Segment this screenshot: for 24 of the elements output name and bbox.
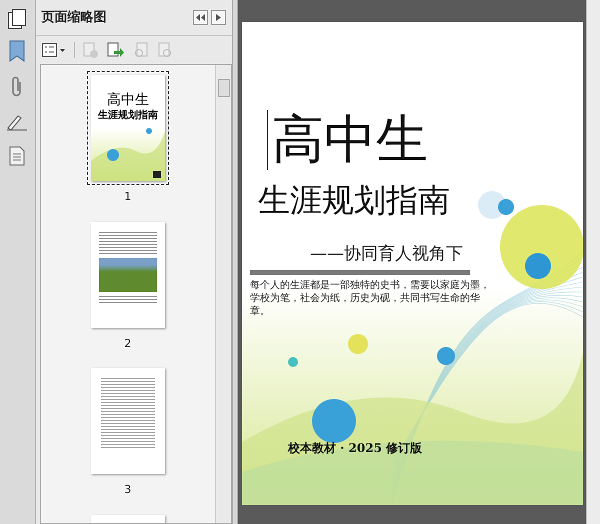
bookmark-icon[interactable] (9, 40, 26, 62)
thumbnail-subtitle: 生涯规划指南 (98, 111, 158, 121)
scrollbar[interactable] (215, 65, 232, 523)
page-number: 2 (124, 336, 132, 352)
expand-button[interactable] (211, 10, 226, 25)
thumbnail-title: 高中生 (106, 93, 149, 107)
scrollbar[interactable] (586, 0, 600, 524)
panel-title: 页面缩略图 (42, 8, 107, 27)
insert-page-icon[interactable] (106, 42, 125, 58)
intro-paragraph: 每个人的生涯都是一部独特的史书，需要以家庭为墨，学校为笔，社会为纸，历史为砚，共同书写生命的华章。 (250, 279, 491, 318)
cover-tagline: ——协同育人视角下 (310, 244, 463, 264)
cover-subtitle: 生涯规划指南 (258, 182, 451, 218)
thumbnail-frame[interactable]: 高中生 生涯规划指南 (86, 71, 169, 185)
collapse-button[interactable] (193, 10, 208, 25)
right-icon (216, 14, 222, 21)
cover-footer: 校本教材 · 2025 修订版 (288, 439, 575, 457)
options-button[interactable] (42, 43, 66, 57)
list-icon (42, 43, 66, 57)
double-left-icon (196, 14, 206, 21)
pages-icon[interactable] (7, 8, 28, 30)
document-icon[interactable] (9, 146, 26, 166)
page-number: 3 (124, 482, 132, 498)
cover-title: 高中生 (272, 110, 429, 170)
page-number: 1 (124, 189, 132, 205)
